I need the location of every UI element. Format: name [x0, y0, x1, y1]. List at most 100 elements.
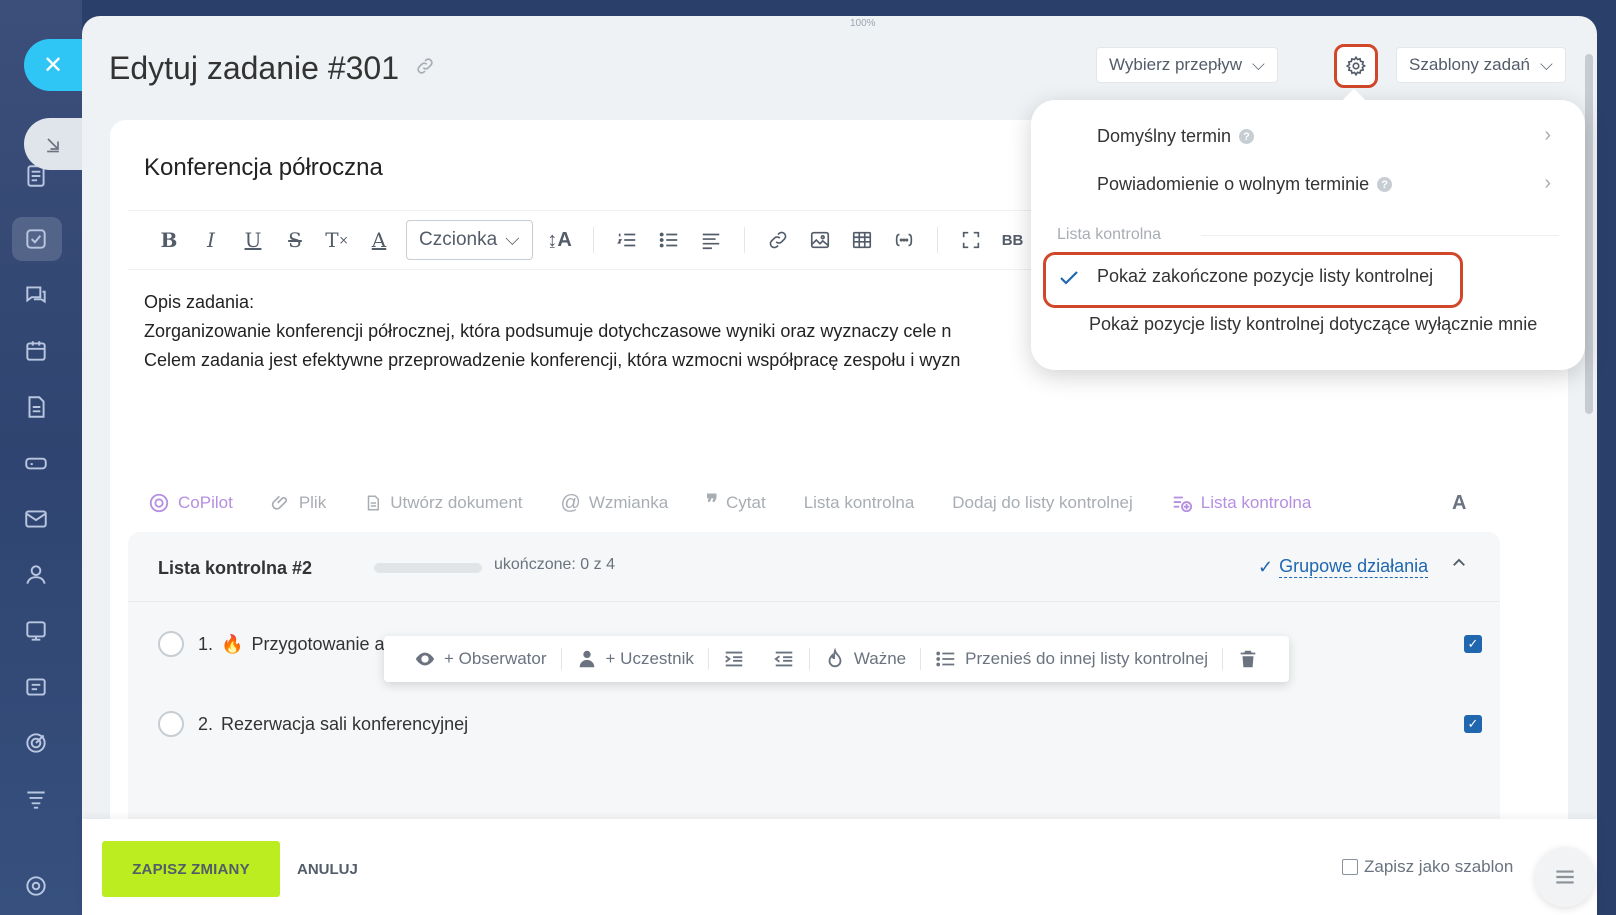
scrollbar[interactable]	[1585, 54, 1593, 414]
show-completed-label: Pokaż zakończone pozycje listy kontrolne…	[1097, 266, 1434, 286]
attach-file-button[interactable]: Plik	[271, 493, 326, 513]
goals-icon[interactable]	[22, 729, 50, 757]
mail-icon[interactable]	[22, 505, 50, 533]
strikethrough-button[interactable]: S	[274, 222, 316, 258]
hamburger-icon	[1556, 870, 1574, 884]
item-label: Rezerwacja sali konferencyjnej	[221, 713, 469, 734]
checkmark-icon	[1057, 266, 1081, 295]
checklist-item[interactable]: 2. Rezerwacja sali konferencyjnej ✓	[128, 684, 1500, 764]
outdent-button[interactable]	[759, 648, 809, 670]
item-complete-radio[interactable]	[158, 711, 184, 737]
calendar-icon[interactable]	[22, 337, 50, 365]
settings-rail-icon[interactable]	[22, 872, 50, 900]
link-icon[interactable]	[415, 56, 435, 82]
checkbox[interactable]	[1342, 859, 1358, 875]
add-participant-label: + Uczestnik	[605, 649, 694, 668]
checklist-item-toolbar: + Obserwator + Uczestnik Ważne Przenieś …	[384, 636, 1289, 682]
move-to-checklist-button[interactable]: Przenieś do innej listy kontrolnej	[921, 648, 1222, 670]
table-insert-icon[interactable]	[841, 222, 883, 258]
item-select-checkbox[interactable]: ✓	[1464, 635, 1482, 653]
task-description[interactable]: Opis zadania: Zorganizowanie konferencji…	[144, 288, 1024, 375]
filter-icon[interactable]	[22, 785, 50, 813]
create-document-label: Utwórz dokument	[390, 493, 523, 512]
add-participant-button[interactable]: + Uczestnik	[562, 648, 708, 670]
menu-item-default-deadline[interactable]: Domyślny termin ?	[1097, 126, 1255, 147]
person-icon	[579, 650, 594, 668]
menu-item-show-only-mine[interactable]: Pokaż pozycje listy kontrolnej dotyczące…	[1089, 314, 1537, 335]
settings-gear-button[interactable]	[1334, 44, 1378, 88]
collapse-checklist-button[interactable]	[1450, 554, 1468, 577]
text-format-icon[interactable]: A	[1452, 492, 1466, 515]
add-observer-button[interactable]: + Obserwator	[400, 648, 561, 670]
drive-icon[interactable]	[22, 449, 50, 477]
clear-format-button[interactable]: T ×	[316, 222, 358, 258]
underline-button[interactable]: U	[232, 222, 274, 258]
menu-item-free-deadline-notification[interactable]: Powiadomienie o wolnym terminie ?	[1097, 174, 1393, 195]
crm-icon[interactable]	[22, 673, 50, 701]
tasks-icon[interactable]	[22, 225, 50, 253]
group-actions-label: Grupowe działania	[1279, 556, 1429, 578]
indent-icon	[725, 651, 743, 667]
documents-icon[interactable]	[22, 393, 50, 421]
code-insert-icon[interactable]	[883, 222, 925, 258]
mark-important-button[interactable]: Ważne	[810, 648, 920, 670]
item-select-checkbox[interactable]: ✓	[1464, 715, 1482, 733]
checklist-progress-bar	[374, 563, 482, 573]
mention-button[interactable]: @ Wzmianka	[561, 492, 669, 515]
fire-icon: 🔥	[221, 633, 244, 654]
task-title-input[interactable]: Konferencja półroczna	[144, 154, 383, 182]
select-flow-button[interactable]: Wybierz przepływ ⌵	[1096, 47, 1278, 83]
chevron-down-icon: ⌵	[1539, 55, 1553, 74]
numbered-list-icon[interactable]	[606, 222, 648, 258]
bullet-list-icon[interactable]	[648, 222, 690, 258]
bold-button[interactable]: B	[148, 222, 190, 258]
link-insert-icon[interactable]	[757, 222, 799, 258]
italic-button[interactable]: I	[190, 222, 232, 258]
add-to-checklist-label: Dodaj do listy kontrolnej	[952, 493, 1133, 512]
help-icon[interactable]: ?	[1239, 129, 1255, 144]
paperclip-icon	[271, 495, 287, 510]
menu-fab-button[interactable]	[1535, 847, 1595, 907]
checklist-header: Lista kontrolna #2 ukończone: 0 z 4 ✓ Gr…	[128, 532, 1500, 602]
menu-item-show-completed[interactable]: Pokaż zakończone pozycje listy kontrolne…	[1097, 266, 1433, 287]
font-select[interactable]: Czcionka ⌵	[406, 220, 533, 260]
contacts-icon[interactable]	[22, 561, 50, 589]
quote-label: Cytat	[726, 493, 766, 512]
save-as-template-checkbox[interactable]: Zapisz jako szablon	[1342, 857, 1513, 877]
cancel-button[interactable]: ANULUJ	[297, 861, 358, 878]
minimize-slider-button[interactable]	[24, 118, 82, 170]
bbcode-icon[interactable]: BB	[992, 222, 1034, 258]
close-slider-button[interactable]: ✕	[24, 39, 82, 91]
help-icon[interactable]: ?	[1377, 177, 1393, 192]
checklist-button[interactable]: Lista kontrolna	[804, 493, 915, 513]
list-icon	[936, 651, 955, 667]
bottom-action-bar: ZAPISZ ZMIANY ANULUJ Zapisz jako szablon	[82, 819, 1597, 915]
align-left-icon[interactable]	[690, 222, 732, 258]
file-label: Plik	[298, 493, 327, 512]
font-size-button[interactable]: ↨A	[539, 222, 581, 258]
checklist-title[interactable]: Lista kontrolna #2	[158, 558, 312, 579]
fullscreen-icon[interactable]	[950, 222, 992, 258]
mark-important-label: Ważne	[853, 649, 907, 668]
move-to-checklist-label: Przenieś do innej listy kontrolnej	[965, 649, 1208, 668]
save-changes-button[interactable]: ZAPISZ ZMIANY	[102, 841, 280, 897]
font-color-button[interactable]: A	[358, 222, 400, 258]
eye-icon	[415, 652, 435, 666]
indent-button[interactable]	[709, 648, 759, 670]
checklist-item-text[interactable]: 1. 🔥 Przygotowanie ag	[198, 634, 395, 655]
delete-item-button[interactable]	[1223, 648, 1273, 670]
create-document-button[interactable]: Utwórz dokument	[364, 493, 523, 513]
checklist-item-text[interactable]: 2. Rezerwacja sali konferencyjnej	[198, 714, 468, 735]
check-icon: ✓	[1258, 556, 1274, 577]
workgroups-icon[interactable]	[22, 617, 50, 645]
add-to-checklist-button[interactable]: Dodaj do listy kontrolnej	[952, 493, 1132, 513]
checklist-new-button[interactable]: Lista kontrolna	[1171, 492, 1311, 514]
item-complete-radio[interactable]	[158, 631, 184, 657]
quote-icon: ❞	[706, 490, 719, 515]
quote-button[interactable]: ❞ Cytat	[706, 490, 766, 516]
image-insert-icon[interactable]	[799, 222, 841, 258]
copilot-button[interactable]: CoPilot	[148, 492, 233, 514]
group-actions-link[interactable]: ✓ Grupowe działania	[1258, 556, 1429, 578]
task-templates-button[interactable]: Szablony zadań ⌵	[1396, 47, 1566, 83]
chat-icon[interactable]	[22, 281, 50, 309]
